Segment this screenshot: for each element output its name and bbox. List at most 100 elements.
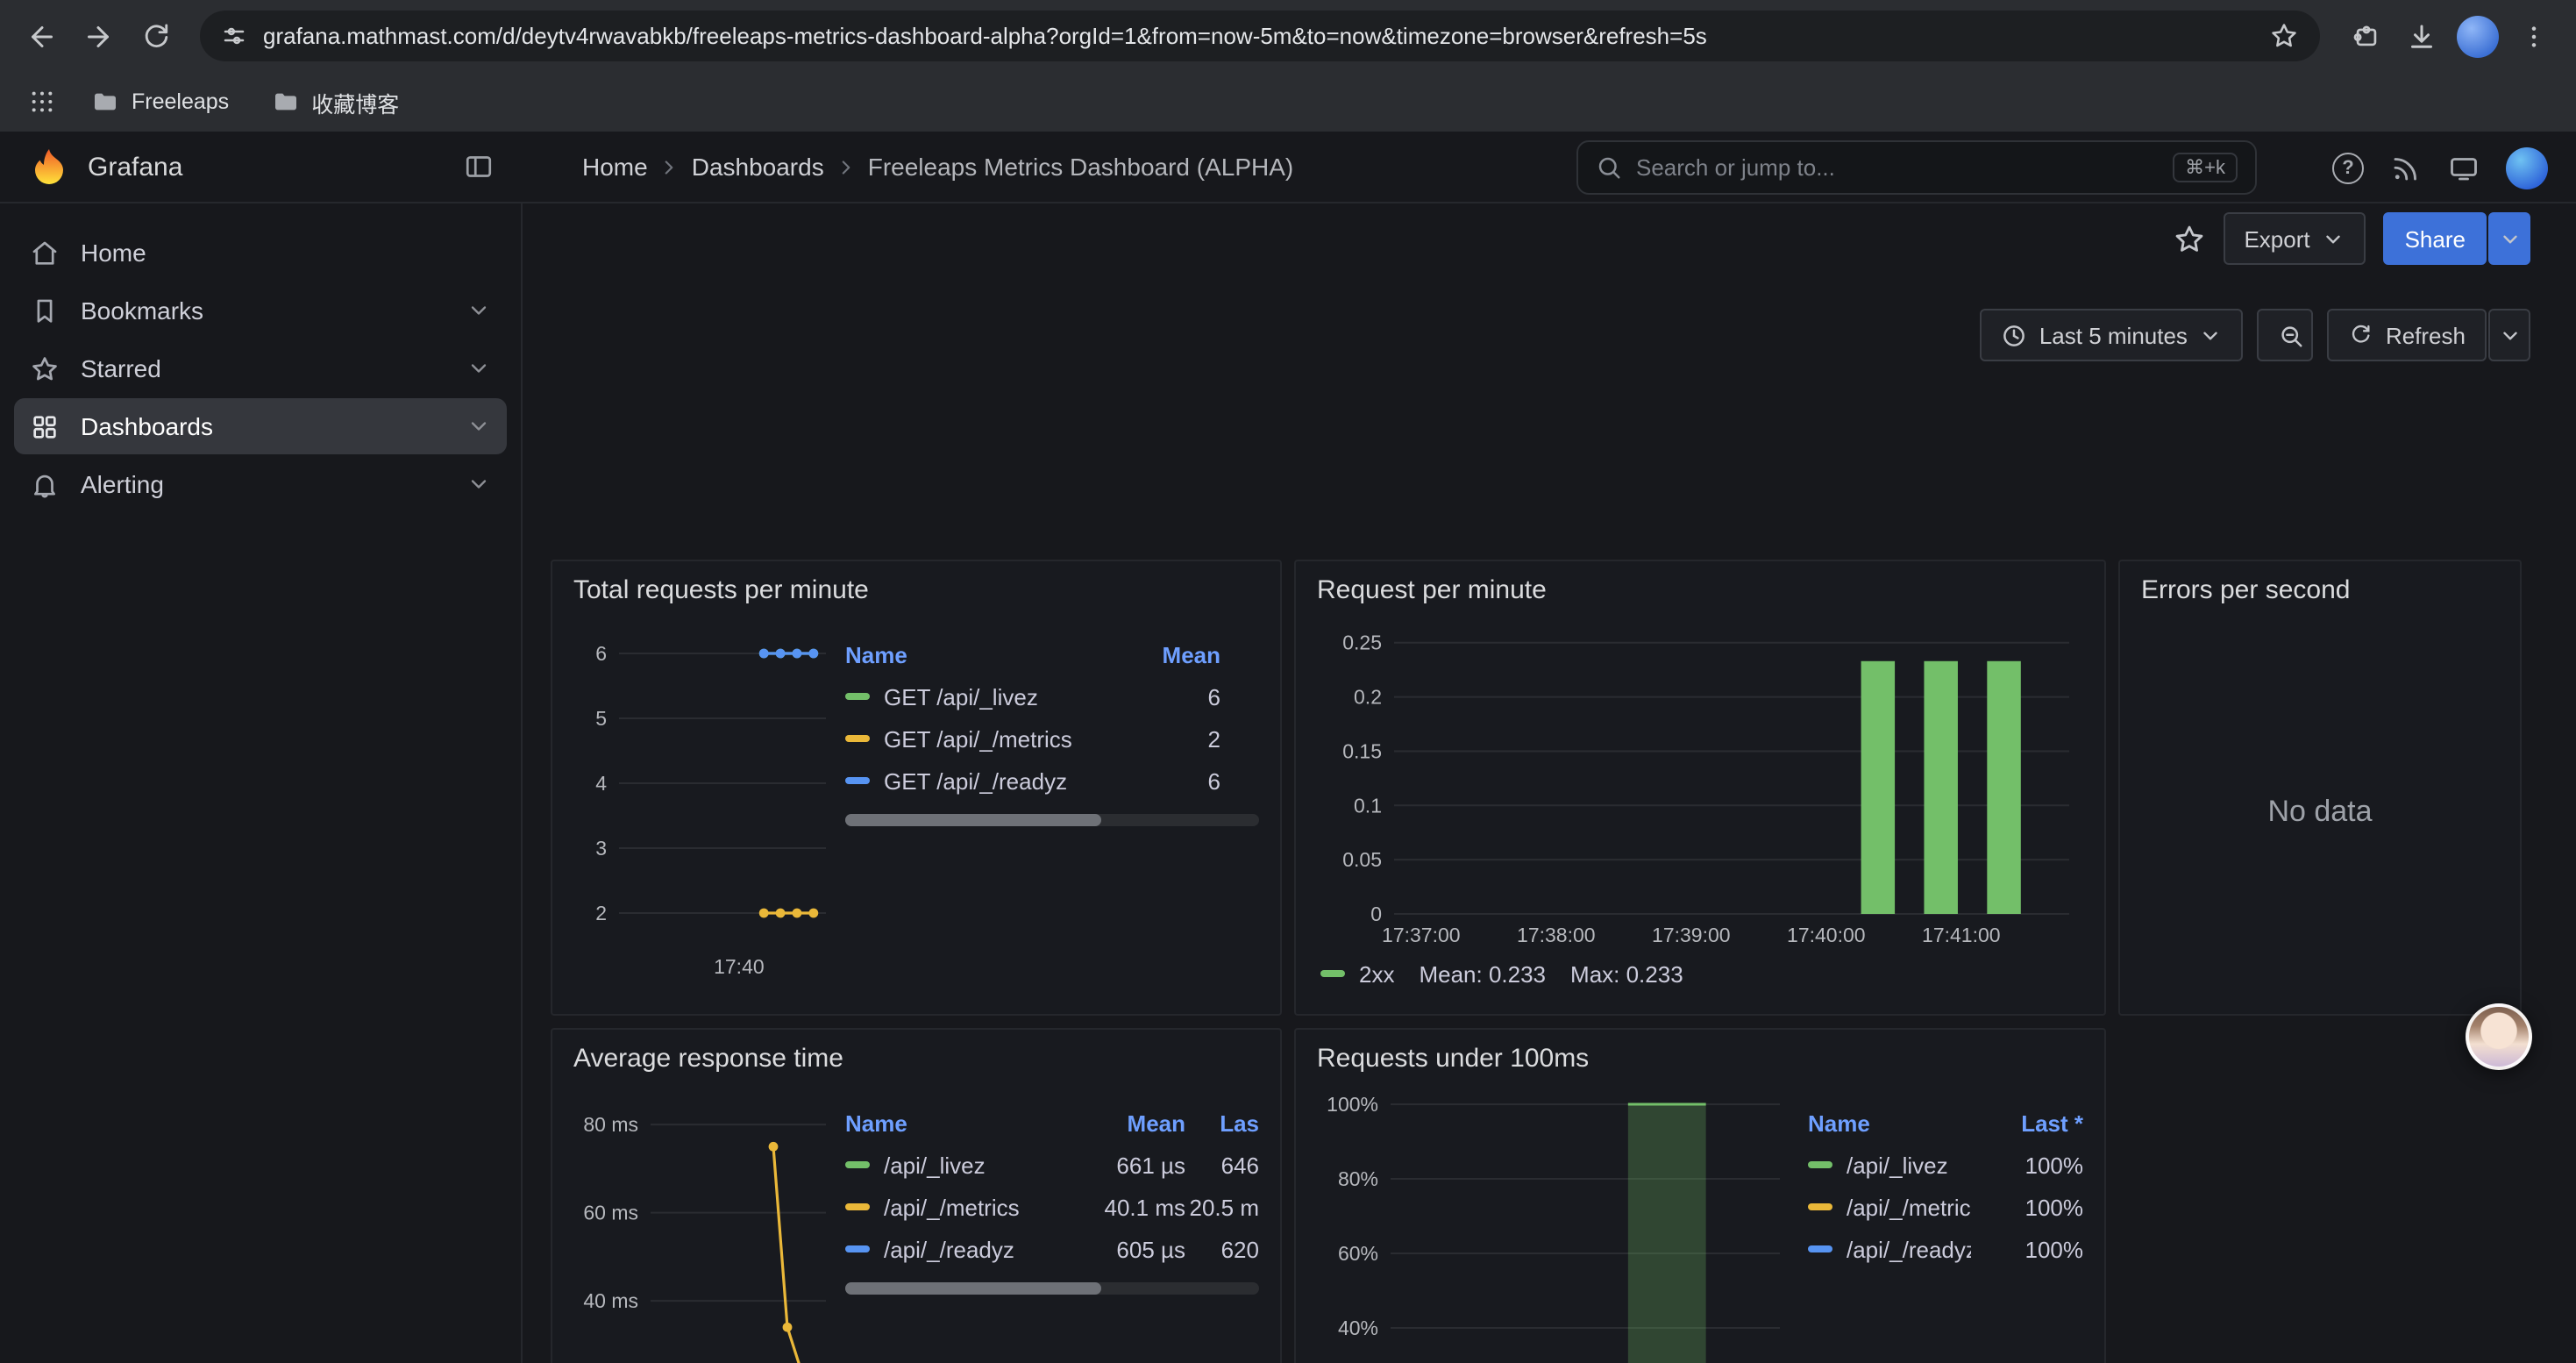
legend-header-last[interactable]: Last * [1971, 1110, 2083, 1136]
legend-row: /api/_livez 100% [1808, 1144, 2083, 1186]
browser-profile-avatar [2457, 15, 2499, 57]
legend-header-mean[interactable]: Mean [1122, 641, 1259, 667]
series-color-swatch [845, 693, 870, 700]
legend-series-label[interactable]: GET /api/_livez [845, 683, 1122, 710]
legend-header-name[interactable]: Name [845, 641, 1122, 667]
panel-request-per-minute: Request per minute 00.050.10.150.20.2517… [1294, 560, 2106, 1016]
browser-menu-button[interactable] [2509, 11, 2558, 61]
no-data-message: No data [2120, 609, 2520, 1014]
share-menu-button[interactable] [2488, 212, 2530, 265]
breadcrumb: Home Dashboards Freeleaps Metrics Dashbo… [582, 153, 1293, 181]
legend-header-name[interactable]: Name [845, 1110, 1063, 1136]
timeseries-chart[interactable]: 0 s20 ms40 ms60 ms80 ms17:40 [573, 1077, 840, 1363]
chevron-down-icon[interactable] [466, 356, 491, 381]
sidebar-item-label: Alerting [81, 470, 164, 498]
export-button[interactable]: Export [2223, 212, 2366, 265]
panel-average-response-time: Average response time 0 s20 ms40 ms60 ms… [551, 1028, 1282, 1363]
timeseries-chart[interactable]: 2345617:40 [573, 609, 840, 984]
apps-shortcut-button[interactable] [21, 81, 63, 123]
bookmark-folder-blogs[interactable]: 收藏博客 [257, 80, 413, 124]
refresh-button[interactable]: Refresh [2328, 309, 2487, 361]
legend-header-mean[interactable]: Mean [1063, 1110, 1185, 1136]
legend-series-label[interactable]: /api/_/metrics [845, 1194, 1063, 1220]
chevron-down-icon[interactable] [466, 298, 491, 323]
url-bar[interactable]: grafana.mathmast.com/d/deytv4rwavabkb/fr… [200, 11, 2320, 61]
user-avatar[interactable] [2506, 146, 2548, 189]
legend-row: GET /api/_livez 6 [845, 675, 1259, 717]
profile-button[interactable] [2453, 11, 2502, 61]
sidebar-item-bookmarks[interactable]: Bookmarks [14, 282, 507, 339]
sidebar-item-label: Home [81, 239, 146, 267]
legend-series-label[interactable]: GET /api/_/readyz [845, 767, 1122, 794]
assistant-avatar[interactable] [2466, 1003, 2532, 1070]
legend-row: /api/_/metrics 40.1 ms 20.5 m [845, 1186, 1259, 1228]
svg-text:17:37:00: 17:37:00 [1382, 924, 1461, 946]
share-button[interactable]: Share [2384, 212, 2487, 265]
legend-series-label[interactable]: 2xx [1320, 960, 1394, 987]
panel-title[interactable]: Errors per second [2120, 561, 2520, 609]
sidebar-item-starred[interactable]: Starred [14, 340, 507, 396]
legend-mean-value: 605 µs [1063, 1236, 1185, 1262]
legend-header-last[interactable]: Las [1185, 1110, 1259, 1136]
legend-series-label[interactable]: /api/_/readyz [1808, 1236, 1971, 1262]
search-input[interactable] [1636, 154, 2159, 181]
legend-series-label[interactable]: /api/_/metrics [1808, 1194, 1971, 1220]
panel-left-icon [463, 151, 495, 182]
brand-name: Grafana [88, 152, 182, 182]
legend-header-name[interactable]: Name [1808, 1110, 1971, 1136]
site-controls-icon[interactable] [221, 23, 247, 49]
legend-row: GET /api/_/readyz 6 [845, 760, 1259, 802]
legend-scrollbar-thumb[interactable] [845, 814, 1102, 826]
sidebar-item-alerting[interactable]: Alerting [14, 456, 507, 512]
legend-series-label[interactable]: GET /api/_/metrics [845, 725, 1122, 752]
downloads-button[interactable] [2397, 11, 2446, 61]
legend-series-label[interactable]: /api/_livez [1808, 1152, 1971, 1178]
chevron-down-icon [2498, 227, 2521, 250]
legend-inline: 2xx Mean: 0.233 Max: 0.233 [1317, 953, 2083, 995]
svg-text:17:41:00: 17:41:00 [1922, 924, 2001, 946]
chevron-down-icon[interactable] [466, 414, 491, 439]
sidebar-item-home[interactable]: Home [14, 225, 507, 281]
chevron-right-icon [835, 155, 857, 178]
monitor-icon[interactable] [2448, 152, 2480, 183]
panel-title[interactable]: Request per minute [1296, 561, 2104, 609]
legend-series-label[interactable]: /api/_livez [845, 1152, 1063, 1178]
legend-row: /api/_livez 661 µs 646 [845, 1144, 1259, 1186]
bookmark-star-icon[interactable] [2269, 21, 2299, 51]
chevron-down-icon[interactable] [466, 472, 491, 496]
favorite-dashboard-button[interactable] [2172, 222, 2205, 255]
help-icon[interactable]: ? [2332, 152, 2364, 183]
panel-title[interactable]: Total requests per minute [552, 561, 1280, 609]
legend-series-label[interactable]: /api/_/readyz [845, 1236, 1063, 1262]
rss-icon[interactable] [2390, 152, 2422, 183]
header-icons: ? [2332, 132, 2548, 203]
bookmark-folder-freeleaps[interactable]: Freeleaps [77, 82, 243, 121]
panel-title[interactable]: Average response time [552, 1030, 1280, 1077]
zoom-out-time-button[interactable] [2258, 309, 2314, 361]
bar-chart[interactable]: 0%20%40%60%80%100%17:40 [1317, 1077, 1794, 1363]
search-box[interactable]: ⌘+k [1576, 140, 2257, 195]
grafana-logo[interactable] [28, 146, 70, 188]
svg-text:3: 3 [595, 837, 607, 860]
dock-menu-button[interactable] [463, 151, 495, 182]
time-range-picker[interactable]: Last 5 minutes [1980, 309, 2244, 361]
bar-chart[interactable]: 00.050.10.150.20.2517:37:0017:38:0017:39… [1317, 609, 2083, 953]
forward-button[interactable] [74, 11, 123, 61]
arrow-left-icon [26, 20, 58, 52]
breadcrumb-dashboards[interactable]: Dashboards [692, 153, 824, 181]
sidebar-item-dashboards[interactable]: Dashboards [14, 398, 507, 454]
brand-area: Grafana [0, 146, 523, 188]
url-text[interactable]: grafana.mathmast.com/d/deytv4rwavabkb/fr… [263, 23, 2253, 49]
svg-text:60%: 60% [1338, 1242, 1378, 1265]
back-button[interactable] [18, 11, 67, 61]
refresh-interval-button[interactable] [2488, 309, 2530, 361]
extensions-button[interactable] [2341, 11, 2390, 61]
panel-title[interactable]: Requests under 100ms [1296, 1030, 2104, 1077]
breadcrumb-current: Freeleaps Metrics Dashboard (ALPHA) [868, 153, 1294, 181]
chevron-right-icon [658, 155, 681, 178]
reload-button[interactable] [130, 11, 179, 61]
legend-scrollbar-thumb[interactable] [845, 1282, 1102, 1295]
svg-text:5: 5 [595, 707, 607, 730]
breadcrumb-home[interactable]: Home [582, 153, 648, 181]
chevron-down-icon [2498, 324, 2521, 346]
